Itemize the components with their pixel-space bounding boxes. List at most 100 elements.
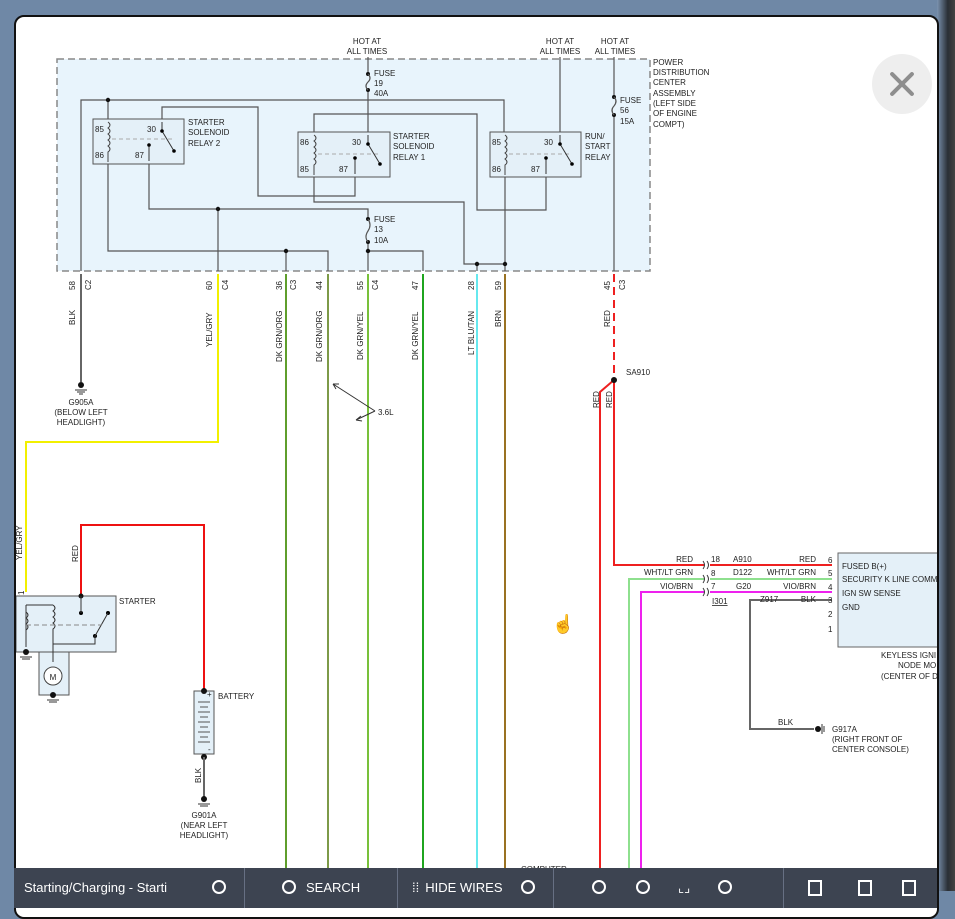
diagram-label: 6 xyxy=(828,556,833,565)
diagram-label: (NEAR LEFT xyxy=(181,821,228,830)
close-button[interactable] xyxy=(872,54,932,114)
diagram-label: ASSEMBLY xyxy=(653,89,696,98)
diagram-label: (LEFT SIDE xyxy=(653,99,696,108)
ground-g917a: BLK G917A (RIGHT FRONT OF CENTER CONSOLE… xyxy=(778,718,909,754)
zoom-in-icon xyxy=(636,880,650,894)
diagram-label: STARTER xyxy=(393,132,430,141)
diagram-label: BRN xyxy=(494,310,503,327)
diagram-label: STARTER xyxy=(119,597,156,606)
diagram-label: RED xyxy=(71,545,80,562)
diagram-label: D122 xyxy=(733,568,753,577)
diagram-label: BLK xyxy=(801,595,817,604)
diagram-label: G905A xyxy=(69,398,95,407)
undo-button[interactable] xyxy=(521,868,545,908)
diagram-shape xyxy=(378,162,382,166)
diagram-label: 44 xyxy=(315,281,324,290)
rotate-button[interactable] xyxy=(718,868,742,908)
diagram-label: RELAY 1 xyxy=(393,153,426,162)
diagram-label: BLK xyxy=(778,718,794,727)
diagram-label: 8 xyxy=(711,569,716,578)
diagram-shape xyxy=(749,599,832,730)
diagram-label: ALL TIMES xyxy=(540,47,580,56)
mobile-button[interactable] xyxy=(888,868,930,908)
diagram-label: HOT AT xyxy=(353,37,381,46)
zoom-in-button[interactable] xyxy=(636,868,660,908)
wiring-diagram[interactable]: HOT ATALL TIMES HOT ATALL TIMES HOT ATAL… xyxy=(16,17,939,877)
starter: RED YEL/GRY 1 M STARTER xyxy=(16,524,205,703)
hide-wires-label: HIDE WIRES xyxy=(425,880,503,895)
diagram-label: A910 xyxy=(733,555,752,564)
info-button[interactable] xyxy=(212,868,236,908)
divider xyxy=(783,868,784,908)
diagram-label: RED xyxy=(603,310,612,327)
diagram-label: G20 xyxy=(736,582,752,591)
diagram-label: RUN/ xyxy=(585,132,605,141)
diagram-label: 86 xyxy=(95,151,104,160)
diagram-label: BATTERY xyxy=(218,692,255,701)
hand-cursor-icon: ☝ xyxy=(552,614,575,634)
diagram-label: (RIGHT FRONT OF xyxy=(832,735,902,744)
diagram-label: HOT AT xyxy=(601,37,629,46)
diagram-shape xyxy=(50,692,56,698)
diagram-shape xyxy=(25,274,219,592)
diagram-label: G901A xyxy=(192,811,218,820)
fit-screen-icon: ⌞⌟ xyxy=(678,880,691,895)
diagram-label: 85 xyxy=(300,165,309,174)
diagram-label: G917A xyxy=(832,725,858,734)
diagram-label: RELAY xyxy=(585,153,611,162)
diagram-label: NODE MO xyxy=(898,661,936,670)
diagram-label: VIO/BRN xyxy=(660,582,693,591)
diagram-label: WHT/LT GRN xyxy=(644,568,693,577)
diagram-shape xyxy=(821,724,825,734)
keyless-ignition-node-module: 6 5 4 3 2 1 FUSED B(+) SECURITY K LINE C… xyxy=(828,552,937,681)
search-button[interactable]: SEARCH xyxy=(282,868,360,908)
fit-button[interactable]: ⌞⌟ xyxy=(678,868,690,908)
diagram-label: 18 xyxy=(711,555,720,564)
diagram-label: POWER xyxy=(653,58,683,67)
connector-i301: RED 18 A910 RED WHT/LT GRN 8 D122 WHT/LT… xyxy=(644,555,817,606)
zoom-out-button[interactable] xyxy=(592,868,616,908)
diagram-label: 19 xyxy=(374,79,383,88)
diagram-shape xyxy=(283,248,289,254)
splice-sa910 xyxy=(611,377,617,383)
hide-wires-button[interactable]: ⁞⁞ HIDE WIRES xyxy=(412,868,503,908)
diagram-title-area: Starting/Charging - Starti xyxy=(24,868,167,908)
diagram-label: DISTRIBUTION xyxy=(653,68,710,77)
diagram-label: 87 xyxy=(339,165,348,174)
diagram-label: 56 xyxy=(620,106,629,115)
diagram-label: 5 xyxy=(828,569,833,578)
diagram-shape xyxy=(353,156,357,160)
diagram-label: HEADLIGHT) xyxy=(180,831,229,840)
diagram-label: HEADLIGHT) xyxy=(57,418,106,427)
diagram-label: COMPT) xyxy=(653,120,685,129)
diagram-shape xyxy=(355,410,376,422)
print-button[interactable] xyxy=(844,868,886,908)
diagram-label: 28 xyxy=(467,281,476,290)
diagram-label: ALL TIMES xyxy=(595,47,635,56)
undo-icon xyxy=(521,880,535,894)
window-frame xyxy=(937,0,955,891)
diagram-label: C2 xyxy=(84,279,93,290)
diagram-label: YEL/GRY xyxy=(16,525,24,560)
hot-at-label: HOT ATALL TIMES HOT ATALL TIMES HOT ATAL… xyxy=(347,37,635,56)
diagram-label: (BELOW LEFT xyxy=(54,408,107,417)
diagram-label: FUSED B(+) xyxy=(842,562,887,571)
diagram-label: STARTER xyxy=(188,118,225,127)
ground-g905a: G905A (BELOW LEFT HEADLIGHT) xyxy=(54,382,108,427)
diagram-label: VIO/BRN xyxy=(783,582,816,591)
diagram-shape xyxy=(105,97,111,103)
diagram-label: DK GRN/ORG xyxy=(275,310,284,362)
diagram-label: 87 xyxy=(531,165,540,174)
diagram-label: 13 xyxy=(374,225,383,234)
diagram-label: 85 xyxy=(95,125,104,134)
toolbar: Starting/Charging - Starti SEARCH ⁞⁞ HID… xyxy=(14,868,937,908)
diagram-label: 10A xyxy=(374,236,389,245)
diagram-shape xyxy=(160,129,164,133)
diagram-label: CENTER CONSOLE) xyxy=(832,745,909,754)
wires-icon: ⁞⁞ xyxy=(412,880,420,895)
diagram-label: BLK xyxy=(68,309,77,325)
diagram-label: DK GRN/YEL xyxy=(411,311,420,360)
expand-button[interactable] xyxy=(794,868,836,908)
diagram-shape xyxy=(365,248,371,254)
diagram-shape xyxy=(474,261,480,267)
